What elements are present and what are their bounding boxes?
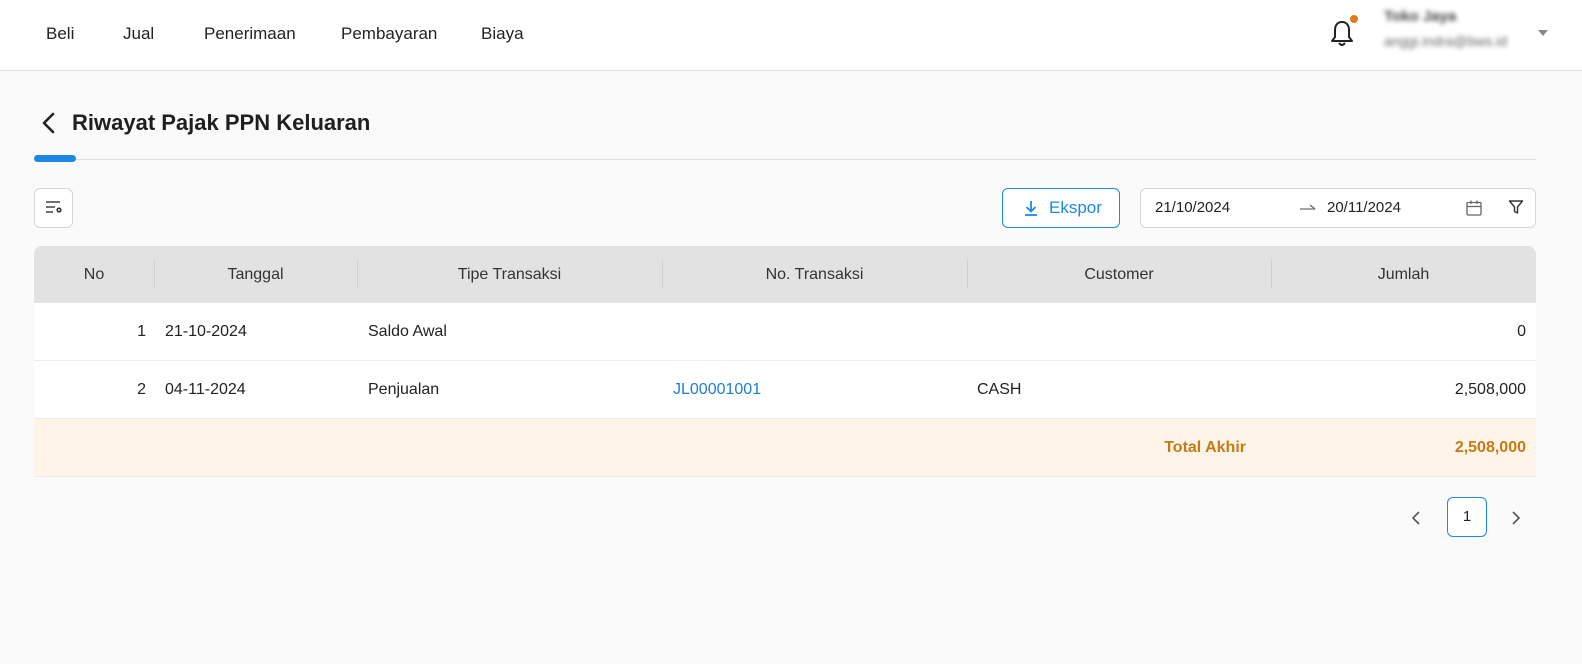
cell-date: 04-11-2024 [165,381,246,398]
nav-item-penerimaan[interactable]: Penerimaan [204,24,341,44]
arrow-right-icon [1300,204,1316,210]
title-accent-bar [34,155,76,162]
table-row[interactable]: 1 21-10-2024 Saldo Awal 0 [34,303,1536,361]
top-navbar: Beli Jual Penerimaan Pembayaran Biaya To… [0,0,1582,71]
cell-transaction-link[interactable]: JL00001001 [673,361,761,418]
nav-item-pembayaran[interactable]: Pembayaran [341,24,481,44]
cell-amount: 0 [1517,323,1526,340]
header-no: No [83,266,105,283]
column-settings-button[interactable] [34,188,73,228]
header-tanggal: Tanggal [227,266,284,283]
cell-date: 21-10-2024 [165,323,247,340]
cell-type: Penjualan [368,381,440,398]
cell-no: 1 [137,323,146,340]
title-divider [34,159,1536,160]
chevron-left-icon[interactable] [1404,506,1428,530]
date-range-picker[interactable]: 21/10/2024 20/11/2024 [1140,188,1498,228]
chevron-right-icon[interactable] [1504,506,1528,530]
total-amount: 2,508,000 [1454,439,1526,456]
header-customer: Customer [1084,266,1154,283]
page-title: Riwayat Pajak PPN Keluaran [72,110,371,135]
cell-amount: 2,508,000 [1454,381,1526,398]
export-label: Ekspor [1049,198,1102,217]
nav-item-beli[interactable]: Beli [46,24,123,44]
total-row: Total Akhir 2,508,000 [34,419,1536,477]
filter-icon [1508,200,1524,214]
caret-down-icon[interactable] [1538,30,1548,36]
notification-dot [1350,15,1358,23]
nav-item-biaya[interactable]: Biaya [481,24,524,44]
table-row[interactable]: 2 04-11-2024 Penjualan JL00001001 CASH 2… [34,361,1536,419]
export-button[interactable]: Ekspor [1002,188,1120,228]
back-arrow-icon[interactable] [38,112,60,134]
total-label: Total Akhir [1164,439,1246,456]
header-no-transaksi: No. Transaksi [765,266,864,283]
date-end-field[interactable]: 20/11/2024 [1327,199,1401,216]
cell-type: Saldo Awal [368,323,447,340]
nav-item-jual[interactable]: Jual [123,24,204,44]
calendar-icon[interactable] [1465,199,1483,217]
download-icon [1025,201,1037,216]
main-nav: Beli Jual Penerimaan Pembayaran Biaya [46,24,524,44]
cell-no: 2 [137,381,146,398]
tax-history-table: No Tanggal Tipe Transaksi No. Transaksi … [34,246,1536,477]
cell-customer: CASH [977,381,1022,398]
user-name: Toko Jaya [1384,8,1457,25]
user-menu[interactable]: Toko Jaya anggi.indra@bws.id [1384,8,1507,49]
header-jumlah: Jumlah [1377,266,1430,283]
header-tipe-transaksi: Tipe Transaksi [457,266,562,283]
pagination-page[interactable]: 1 [1447,497,1487,537]
table-header: No Tanggal Tipe Transaksi No. Transaksi … [34,246,1536,303]
filter-button[interactable] [1496,188,1536,228]
user-email: anggi.indra@bws.id [1384,33,1508,49]
date-start-field[interactable]: 21/10/2024 [1155,199,1230,216]
column-settings-icon [46,201,62,213]
